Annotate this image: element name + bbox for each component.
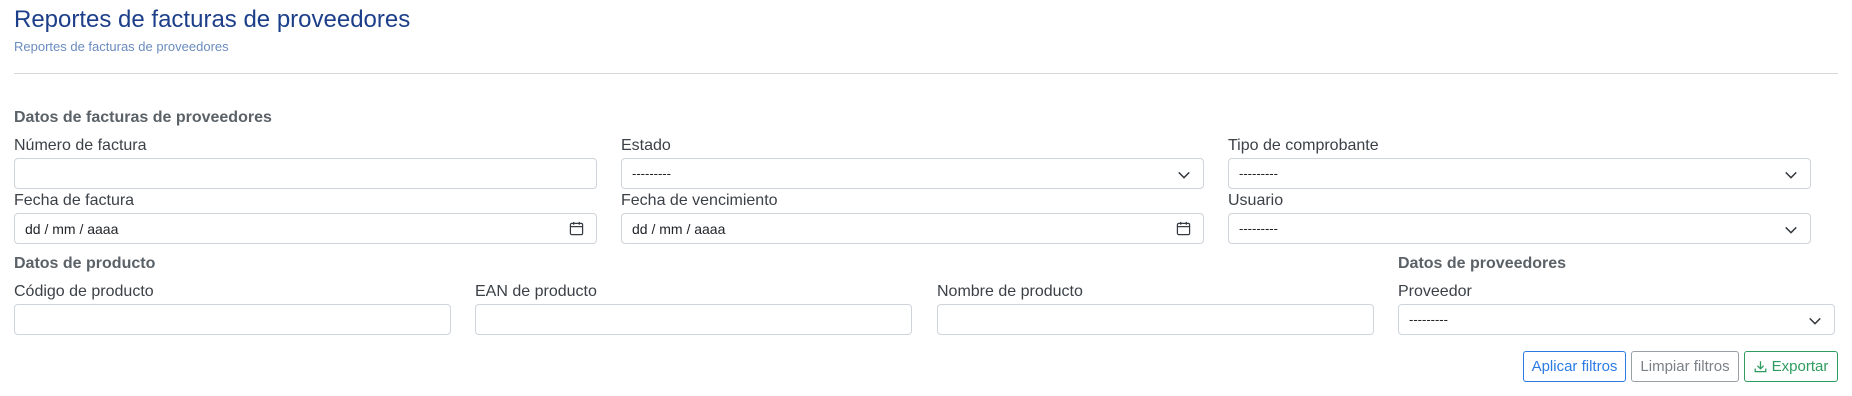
status-select[interactable]: --------- (621, 158, 1204, 189)
due-date-input[interactable]: dd / mm / aaaa (621, 213, 1204, 244)
product-code-label: Código de producto (14, 283, 154, 300)
section-title-supplier-data: Datos de proveedores (1398, 255, 1567, 272)
product-ean-label: EAN de producto (475, 283, 597, 300)
due-date-label: Fecha de vencimiento (621, 192, 778, 209)
status-label: Estado (621, 137, 671, 154)
invoice-date-placeholder: dd / mm / aaaa (25, 221, 119, 237)
product-name-input[interactable] (937, 304, 1374, 335)
clear-filters-label: Limpiar filtros (1640, 358, 1730, 375)
supplier-select-value: --------- (1409, 312, 1448, 327)
invoice-date-label: Fecha de factura (14, 192, 135, 209)
clear-filters-button[interactable]: Limpiar filtros (1631, 351, 1739, 382)
invoice-number-label: Número de factura (14, 137, 147, 154)
page-subtitle: Reportes de facturas de proveedores (14, 39, 229, 54)
user-select-value: --------- (1239, 221, 1278, 236)
page-title: Reportes de facturas de proveedores (14, 6, 411, 33)
supplier-select[interactable]: --------- (1398, 304, 1835, 335)
export-button[interactable]: Exportar (1744, 351, 1838, 382)
status-select-value: --------- (632, 166, 671, 181)
due-date-placeholder: dd / mm / aaaa (632, 221, 726, 237)
header-divider (14, 73, 1838, 74)
voucher-type-label: Tipo de comprobante (1228, 137, 1379, 154)
calendar-icon[interactable] (1176, 221, 1191, 236)
calendar-icon[interactable] (569, 221, 584, 236)
download-icon (1754, 361, 1767, 373)
user-label: Usuario (1228, 192, 1284, 209)
product-code-input[interactable] (14, 304, 451, 335)
section-title-product-data: Datos de producto (14, 255, 156, 272)
product-name-label: Nombre de producto (937, 283, 1083, 300)
invoice-number-input[interactable] (14, 158, 597, 189)
voucher-type-select[interactable]: --------- (1228, 158, 1811, 189)
apply-filters-label: Aplicar filtros (1531, 358, 1618, 375)
product-ean-input[interactable] (475, 304, 912, 335)
export-label: Exportar (1771, 358, 1829, 375)
user-select[interactable]: --------- (1228, 213, 1811, 244)
chevron-down-icon (1809, 317, 1821, 325)
voucher-type-select-value: --------- (1239, 166, 1278, 181)
invoice-date-input[interactable]: dd / mm / aaaa (14, 213, 597, 244)
chevron-down-icon (1178, 171, 1190, 179)
chevron-down-icon (1785, 171, 1797, 179)
apply-filters-button[interactable]: Aplicar filtros (1523, 351, 1626, 382)
supplier-label: Proveedor (1398, 283, 1472, 300)
chevron-down-icon (1785, 226, 1797, 234)
section-title-invoice-data: Datos de facturas de proveedores (14, 109, 272, 126)
